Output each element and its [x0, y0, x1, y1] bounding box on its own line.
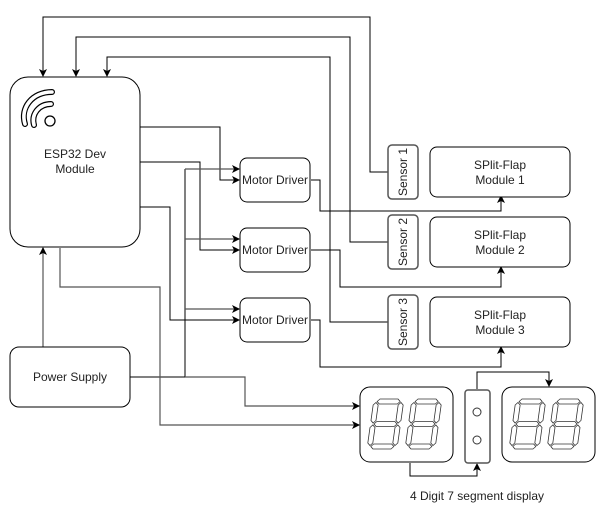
wire-esp32-md3 [140, 206, 240, 324]
split-flap-1-line1: SPlit-Flap [474, 158, 526, 172]
motor-driver-2-label: Motor Driver [242, 243, 308, 257]
esp32-node: ESP32 Dev Module [9, 76, 141, 248]
split-flap-3-line1: SPlit-Flap [474, 308, 526, 322]
split-flap-3: SPlit-Flap Module 3 [429, 296, 571, 348]
sensor-2: Sensor 2 [387, 214, 419, 270]
esp32-label-line1: ESP32 Dev [44, 147, 106, 161]
colon-dot-bottom [472, 435, 482, 445]
motor-driver-2: Motor Driver [239, 227, 311, 273]
motor-driver-3: Motor Driver [239, 297, 311, 343]
colon-dot-top [472, 407, 482, 417]
sensor-3-label: Sensor 3 [396, 298, 410, 346]
motor-driver-1: Motor Driver [239, 157, 311, 203]
wire-esp32-md2 [140, 161, 240, 254]
digit-segment [414, 398, 439, 405]
wire-power-display [185, 376, 360, 410]
seven-segment-display-right [501, 386, 596, 463]
digit-segment [376, 398, 401, 405]
digit-segment [553, 421, 578, 427]
wire-display-colon [409, 463, 481, 477]
split-flap-1: SPlit-Flap Module 1 [429, 146, 571, 198]
esp32-label-line2: Module [55, 162, 95, 176]
digit-segment [515, 421, 540, 427]
display-caption: 4 Digit 7 segment display [410, 489, 544, 503]
digit-segment [550, 443, 575, 450]
colon-separator [464, 389, 491, 464]
power-supply-label: Power Supply [33, 370, 107, 384]
sensor-2-label: Sensor 2 [396, 218, 410, 266]
seven-segment-display-left [359, 386, 454, 463]
digit-segment [370, 443, 395, 450]
split-flap-2-line2: Module 2 [475, 243, 525, 257]
digit-segment [408, 443, 433, 450]
split-flap-3-line2: Module 3 [475, 323, 525, 337]
motor-driver-3-label: Motor Driver [242, 313, 308, 327]
sensor-1-label: Sensor 1 [396, 148, 410, 196]
wire-esp32-md1 [140, 126, 240, 184]
digit-segment [512, 443, 537, 450]
digit-segment [556, 398, 581, 405]
motor-driver-1-label: Motor Driver [242, 173, 308, 187]
block-diagram: ESP32 Dev Module Power Supply Motor Driv… [9, 16, 596, 503]
digit-segment [518, 398, 543, 405]
split-flap-2-line1: SPlit-Flap [474, 228, 526, 242]
split-flap-1-line2: Module 1 [475, 173, 525, 187]
power-supply-node: Power Supply [9, 346, 131, 408]
sensor-1: Sensor 1 [387, 144, 419, 200]
digit-segment [373, 421, 398, 427]
sensor-3: Sensor 3 [387, 294, 419, 350]
split-flap-2: SPlit-Flap Module 2 [429, 216, 571, 268]
wire-colon-display-right [476, 371, 553, 389]
digit-segment [411, 421, 436, 427]
